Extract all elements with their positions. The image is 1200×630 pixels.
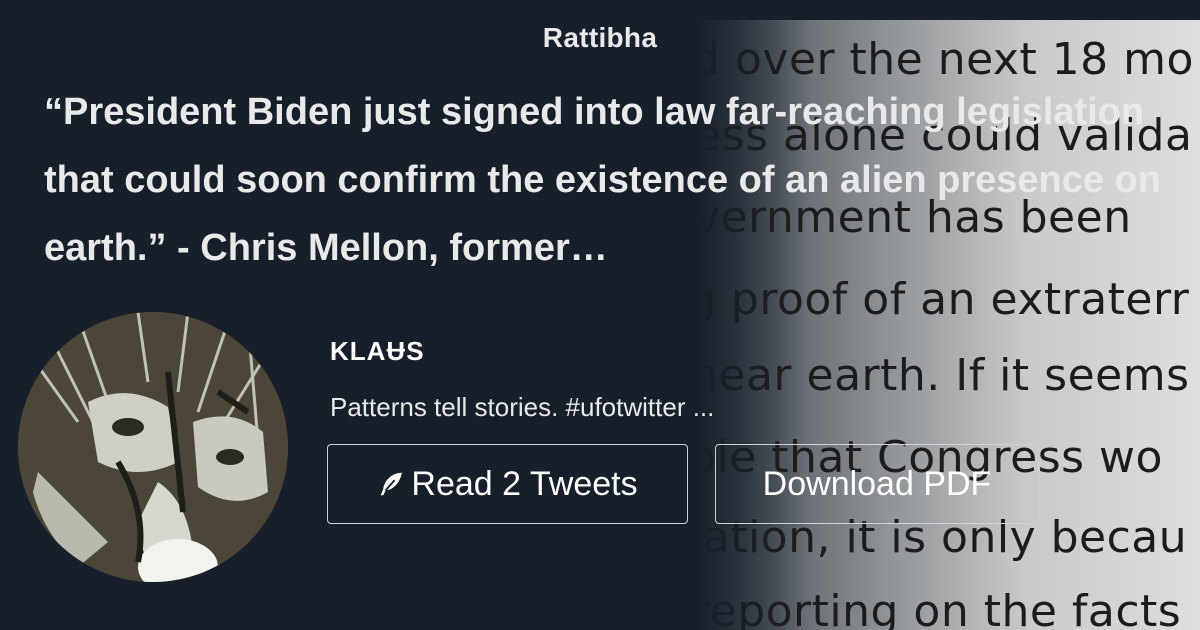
- read-tweets-label: Read 2 Tweets: [411, 464, 638, 503]
- avatar: [18, 312, 288, 582]
- avatar-image: [18, 312, 288, 582]
- thread-headline: “President Biden just signed into law fa…: [44, 91, 1162, 269]
- author-bio: Patterns tell stories. #ufotwitter ...: [330, 392, 715, 422]
- download-pdf-button[interactable]: Download PDF: [715, 444, 1039, 524]
- read-tweets-button[interactable]: Read 2 Tweets: [327, 444, 688, 524]
- feather-icon: [381, 472, 403, 496]
- brand-title: Rattibha: [542, 22, 658, 53]
- author-name[interactable]: KLAɄS: [330, 336, 425, 367]
- download-pdf-label: Download PDF: [762, 464, 992, 503]
